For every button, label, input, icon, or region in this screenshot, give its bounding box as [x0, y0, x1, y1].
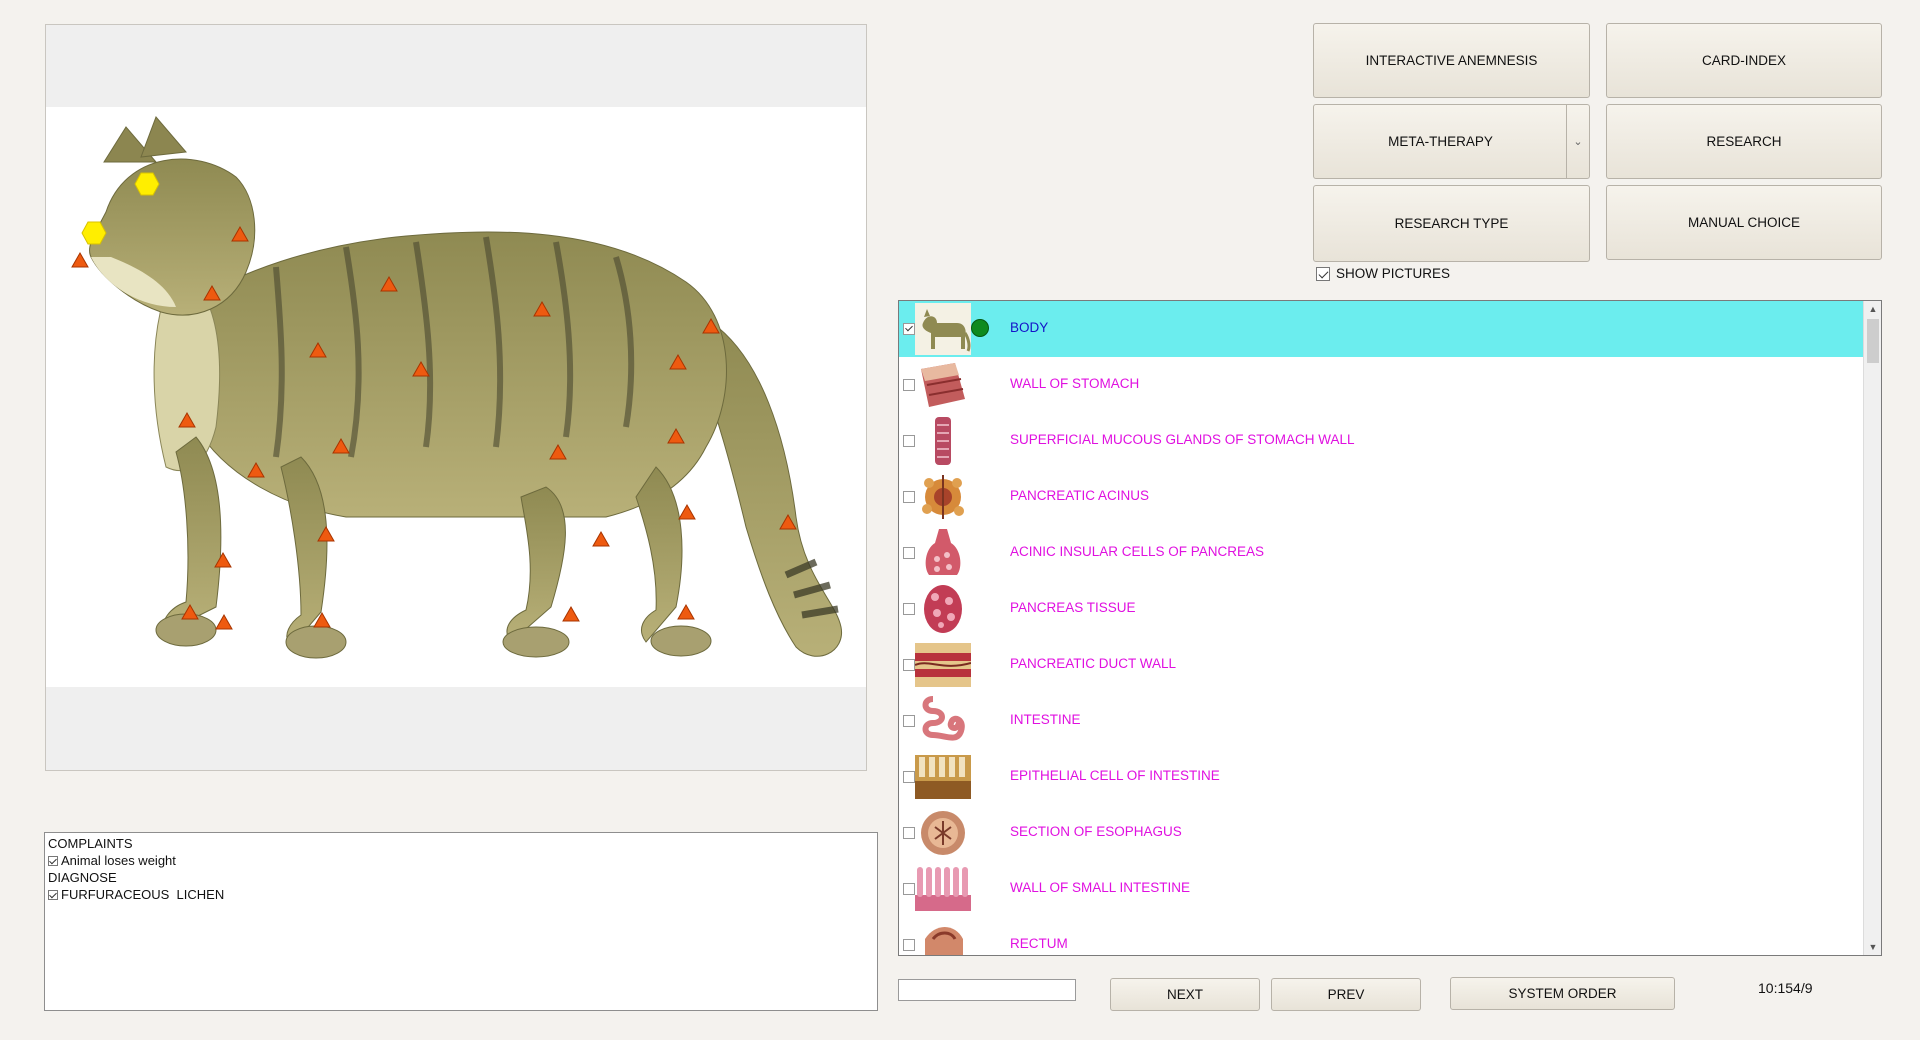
- list-item[interactable]: RECTUM: [899, 917, 1865, 955]
- status-dot: [971, 319, 989, 337]
- scroll-down-icon[interactable]: ▼: [1864, 939, 1881, 955]
- list-item-label: SUPERFICIAL MUCOUS GLANDS OF STOMACH WAL…: [1010, 432, 1355, 447]
- list-item[interactable]: WALL OF SMALL INTESTINE: [899, 861, 1865, 917]
- small-intestine-wall-thumbnail-icon: [915, 863, 971, 915]
- marker-triangle[interactable]: [677, 603, 695, 620]
- list-item-label: EPITHELIAL CELL OF INTESTINE: [1010, 768, 1220, 783]
- row-checkbox[interactable]: [903, 491, 915, 503]
- pancreas-tissue-thumbnail-icon: [915, 583, 971, 635]
- research-label: RESEARCH: [1706, 134, 1782, 149]
- pancreatic-acinus-thumbnail-icon: [915, 471, 971, 523]
- row-checkbox[interactable]: [903, 827, 915, 839]
- list-item-label: SECTION OF ESOPHAGUS: [1010, 824, 1182, 839]
- stomach-wall-thumbnail-icon: [915, 359, 971, 411]
- image-panel: [45, 24, 867, 771]
- diagnose-checkbox[interactable]: [48, 890, 58, 900]
- list-item[interactable]: SECTION OF ESOPHAGUS: [899, 805, 1865, 861]
- search-input[interactable]: [898, 979, 1076, 1001]
- cat-image[interactable]: [46, 107, 866, 687]
- complaints-header: COMPLAINTS: [48, 836, 133, 851]
- row-checkbox[interactable]: [903, 603, 915, 615]
- list-item-label: WALL OF SMALL INTESTINE: [1010, 880, 1191, 895]
- marker-triangle[interactable]: [592, 530, 610, 547]
- row-checkbox[interactable]: [903, 435, 915, 447]
- organ-list[interactable]: BODY WALL OF STOMACH SUPERFICIAL MUCOUS …: [898, 300, 1882, 956]
- complaint-item[interactable]: Animal loses weight: [48, 852, 874, 869]
- next-label: NEXT: [1166, 987, 1203, 1002]
- list-item[interactable]: INTESTINE: [899, 693, 1865, 749]
- meta-therapy-label: META-THERAPY: [1388, 134, 1493, 149]
- list-item-label: WALL OF STOMACH: [1010, 376, 1140, 391]
- show-pictures-checkbox[interactable]: SHOW PICTURES: [1316, 266, 1450, 281]
- complaint-label: Animal loses weight: [61, 853, 176, 868]
- complaint-checkbox[interactable]: [48, 856, 58, 866]
- cat-illustration: [71, 116, 842, 659]
- row-checkbox[interactable]: [903, 379, 915, 391]
- chevron-down-icon[interactable]: ⌄: [1566, 105, 1589, 178]
- list-item[interactable]: PANCREATIC ACINUS: [899, 469, 1865, 525]
- list-item[interactable]: PANCREATIC DUCT WALL: [899, 637, 1865, 693]
- show-pictures-label: SHOW PICTURES: [1336, 266, 1451, 281]
- marker-triangle[interactable]: [562, 605, 580, 622]
- rectum-thumbnail-icon: [915, 919, 971, 955]
- diagnose-label: FURFURACEOUS LICHEN: [61, 887, 225, 902]
- system-order-label: SYSTEM ORDER: [1508, 986, 1617, 1001]
- row-checkbox[interactable]: [903, 771, 915, 783]
- row-checkbox[interactable]: [903, 323, 915, 335]
- epithelial-cell-thumbnail-icon: [915, 751, 971, 803]
- prev-label: PREV: [1327, 987, 1365, 1002]
- intestine-thumbnail-icon: [915, 695, 971, 747]
- card-index-label: CARD-INDEX: [1701, 53, 1786, 68]
- status-counter: 10:154/9: [1758, 980, 1813, 996]
- manual-choice-button[interactable]: MANUAL CHOICE: [1606, 185, 1882, 260]
- system-order-button[interactable]: SYSTEM ORDER: [1450, 977, 1675, 1010]
- meta-therapy-button[interactable]: META-THERAPY ⌄: [1313, 104, 1590, 179]
- marker-triangle[interactable]: [215, 613, 233, 630]
- list-item-label: PANCREATIC ACINUS: [1010, 488, 1150, 503]
- list-item-label: PANCREATIC DUCT WALL: [1010, 656, 1177, 671]
- list-item[interactable]: SUPERFICIAL MUCOUS GLANDS OF STOMACH WAL…: [899, 413, 1865, 469]
- marker-triangle[interactable]: [71, 251, 89, 268]
- interactive-anemnesis-label: INTERACTIVE ANEMNESIS: [1365, 53, 1538, 68]
- diagnose-item[interactable]: FURFURACEOUS LICHEN: [48, 886, 874, 903]
- interactive-anemnesis-button[interactable]: INTERACTIVE ANEMNESIS: [1313, 23, 1590, 98]
- list-item[interactable]: EPITHELIAL CELL OF INTESTINE: [899, 749, 1865, 805]
- duct-wall-thumbnail-icon: [915, 639, 971, 691]
- research-type-button[interactable]: RESEARCH TYPE: [1313, 185, 1590, 262]
- list-item-label: RECTUM: [1010, 936, 1068, 951]
- row-checkbox[interactable]: [903, 883, 915, 895]
- insular-cells-thumbnail-icon: [915, 527, 971, 579]
- card-index-button[interactable]: CARD-INDEX: [1606, 23, 1882, 98]
- list-item-label: ACINIC INSULAR CELLS OF PANCREAS: [1010, 544, 1265, 559]
- row-checkbox[interactable]: [903, 659, 915, 671]
- esophagus-section-thumbnail-icon: [915, 807, 971, 859]
- list-item[interactable]: PANCREAS TISSUE: [899, 581, 1865, 637]
- cat-thumbnail-icon: [915, 303, 971, 355]
- scroll-thumb[interactable]: [1867, 319, 1879, 363]
- list-item[interactable]: BODY: [899, 301, 1865, 357]
- list-item[interactable]: WALL OF STOMACH: [899, 357, 1865, 413]
- next-button[interactable]: NEXT: [1110, 978, 1260, 1011]
- row-checkbox[interactable]: [903, 715, 915, 727]
- diagnose-header: DIAGNOSE: [48, 870, 117, 885]
- scroll-up-icon[interactable]: ▲: [1864, 301, 1881, 317]
- list-scrollbar[interactable]: ▲ ▼: [1863, 301, 1881, 955]
- prev-button[interactable]: PREV: [1271, 978, 1421, 1011]
- row-checkbox[interactable]: [903, 939, 915, 951]
- marker-triangle[interactable]: [678, 503, 696, 520]
- list-item[interactable]: ACINIC INSULAR CELLS OF PANCREAS: [899, 525, 1865, 581]
- research-type-label: RESEARCH TYPE: [1394, 216, 1509, 231]
- row-checkbox[interactable]: [903, 547, 915, 559]
- list-item-label: BODY: [1010, 320, 1049, 335]
- research-button[interactable]: RESEARCH: [1606, 104, 1882, 179]
- list-item-label: PANCREAS TISSUE: [1010, 600, 1136, 615]
- manual-choice-label: MANUAL CHOICE: [1687, 215, 1800, 230]
- mucous-glands-thumbnail-icon: [915, 415, 971, 467]
- complaints-panel[interactable]: COMPLAINTS Animal loses weight DIAGNOSE …: [44, 832, 878, 1011]
- show-pictures-check-icon[interactable]: [1316, 266, 1330, 281]
- list-item-label: INTESTINE: [1010, 712, 1081, 727]
